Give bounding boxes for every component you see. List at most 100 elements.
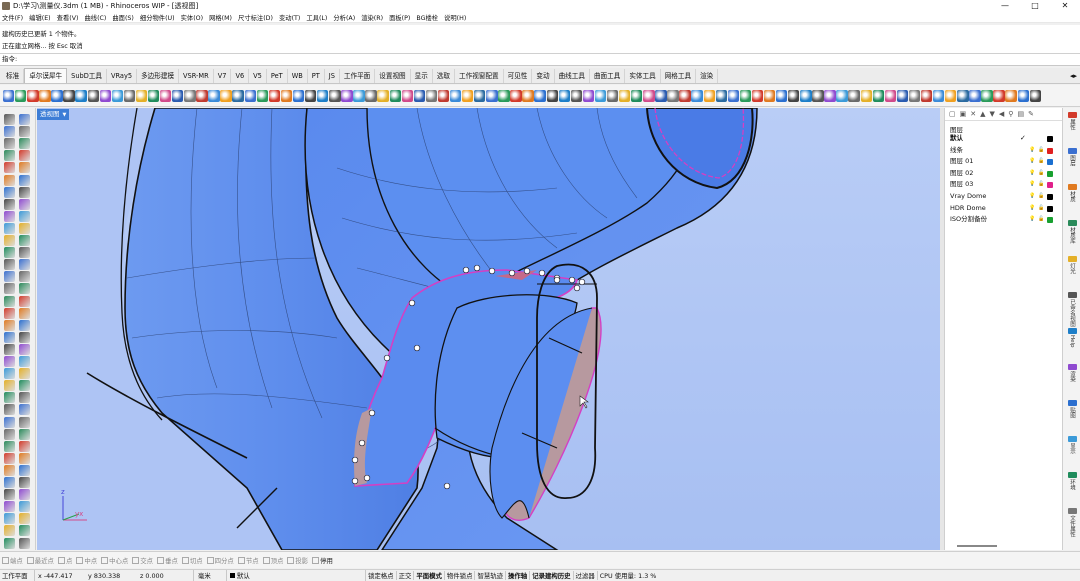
layer-lock-icon[interactable]: 🔓	[1038, 203, 1044, 215]
toolbar-tool-icon[interactable]	[474, 89, 486, 102]
menu-item[interactable]: 查看(V)	[57, 13, 79, 22]
menu-item[interactable]: BG楼栓	[416, 13, 438, 22]
palette-tool-icon[interactable]	[19, 428, 30, 440]
menu-item[interactable]: 实体(O)	[181, 13, 203, 22]
toolbar-tool-icon[interactable]	[739, 89, 752, 102]
palette-tool-icon[interactable]	[19, 186, 30, 198]
menu-item[interactable]: 细分物件(U)	[140, 13, 175, 22]
osnap-toggle[interactable]: 停用	[312, 556, 333, 565]
menu-item[interactable]: 说明(H)	[444, 13, 466, 22]
toolbar-tool-icon[interactable]	[256, 89, 269, 102]
wrench-icon[interactable]: ✎	[1028, 110, 1034, 118]
toolbar-tool-icon[interactable]	[920, 89, 933, 102]
toolbar-tool-icon[interactable]	[655, 89, 667, 102]
side-tab[interactable]: 图层	[1065, 148, 1079, 166]
palette-tool-icon[interactable]	[19, 392, 30, 404]
menu-item[interactable]: 文件(F)	[2, 13, 23, 22]
status-units[interactable]: 毫米	[194, 571, 226, 580]
layer-visibility-icon[interactable]: 💡	[1029, 145, 1035, 157]
toolbar-tool-icon[interactable]	[606, 89, 619, 102]
palette-tool-icon[interactable]	[19, 380, 30, 392]
toolbar-tab[interactable]: 设置视图	[375, 69, 411, 83]
layer-color-swatch[interactable]	[1047, 147, 1053, 154]
osnap-toggle[interactable]: 端点	[2, 556, 23, 565]
control-point[interactable]	[358, 439, 366, 447]
toolbar-tool-icon[interactable]	[727, 89, 740, 102]
toolbar-tool-icon[interactable]	[812, 89, 824, 102]
side-tab[interactable]: 已命名视图	[1065, 292, 1079, 327]
status-toggle-button[interactable]: 记录建构历史	[530, 571, 574, 580]
toolbar-tool-icon[interactable]	[51, 89, 63, 102]
toolbar-tool-icon[interactable]	[860, 89, 872, 102]
palette-tool-icon[interactable]	[4, 440, 15, 452]
toolbar-tool-icon[interactable]	[691, 89, 703, 102]
toolbar-tool-icon[interactable]	[933, 89, 945, 102]
layer-visibility-icon[interactable]: 💡	[1029, 156, 1035, 168]
layer-visibility-icon[interactable]: 💡	[1029, 179, 1035, 191]
toolbar-tab[interactable]: VRay5	[107, 69, 138, 83]
toolbar-tool-icon[interactable]	[123, 89, 136, 102]
toolbar-tool-icon[interactable]	[87, 89, 99, 102]
palette-tool-icon[interactable]	[4, 537, 15, 549]
palette-tool-icon[interactable]	[4, 235, 15, 246]
side-tab[interactable]: 属性	[1065, 112, 1079, 130]
toolbar-tab[interactable]: VSR-MR	[179, 69, 214, 83]
status-toggle-button[interactable]: 锁定格点	[366, 571, 397, 580]
toolbar-tool-icon[interactable]	[510, 89, 522, 102]
menu-item[interactable]: 渲染(R)	[361, 13, 383, 22]
menu-item[interactable]: 曲面(S)	[112, 13, 134, 22]
toolbar-tab[interactable]: 卓尔谟犀牛	[24, 68, 68, 83]
palette-tool-icon[interactable]	[4, 259, 15, 271]
osnap-toggle[interactable]: 四分点	[207, 556, 234, 565]
toolbar-tool-icon[interactable]	[341, 89, 353, 102]
toolbar-tool-icon[interactable]	[268, 89, 281, 102]
toolbar-tool-icon[interactable]	[594, 89, 607, 102]
palette-tool-icon[interactable]	[19, 368, 30, 380]
palette-tool-icon[interactable]	[4, 319, 15, 331]
toolbar-tool-icon[interactable]	[461, 89, 474, 102]
status-toggle-button[interactable]: 物件锁点	[445, 571, 476, 580]
palette-tool-icon[interactable]	[4, 331, 15, 343]
toolbar-tool-icon[interactable]	[945, 89, 957, 102]
toolbar-tool-icon[interactable]	[111, 89, 124, 102]
toolbar-tool-icon[interactable]	[39, 89, 51, 102]
control-point[interactable]	[368, 409, 376, 417]
layer-lock-icon[interactable]: 🔓	[1038, 214, 1044, 226]
palette-tool-icon[interactable]	[4, 210, 15, 222]
toolbar-tool-icon[interactable]	[329, 89, 341, 102]
toolbar-tab[interactable]: 变动	[532, 69, 555, 83]
palette-tool-icon[interactable]	[19, 404, 30, 416]
palette-tool-icon[interactable]	[19, 452, 30, 464]
status-cplane[interactable]: 工作平面	[0, 571, 34, 580]
control-point[interactable]	[473, 264, 481, 272]
palette-tool-icon[interactable]	[19, 162, 30, 174]
layer-lock-icon[interactable]: 🔓	[1038, 168, 1044, 180]
toolbar-tool-icon[interactable]	[896, 89, 909, 102]
move-down-icon[interactable]: ▼	[990, 110, 995, 118]
toolbar-tool-icon[interactable]	[763, 89, 776, 102]
palette-tool-icon[interactable]	[19, 222, 30, 234]
toolbar-tool-icon[interactable]	[389, 89, 401, 102]
toolbar-tab[interactable]: 多边形建模	[137, 69, 180, 83]
control-point[interactable]	[351, 456, 359, 464]
toolbar-tool-icon[interactable]	[776, 89, 788, 102]
osnap-toggle[interactable]: 顶点	[263, 556, 284, 565]
palette-tool-icon[interactable]	[4, 126, 15, 138]
side-tab[interactable]: 环境	[1065, 472, 1079, 490]
palette-tool-icon[interactable]	[19, 416, 30, 428]
palette-tool-icon[interactable]	[19, 307, 30, 319]
toolbar-tool-icon[interactable]	[836, 89, 848, 102]
layer-color-swatch[interactable]	[1047, 159, 1053, 166]
control-point[interactable]	[408, 299, 416, 307]
menu-item[interactable]: 曲线(C)	[84, 13, 106, 22]
menu-item[interactable]: 面板(P)	[389, 13, 410, 22]
toolbar-tool-icon[interactable]	[147, 89, 160, 102]
layer-lock-icon[interactable]: 🔓	[1038, 179, 1044, 191]
palette-tool-icon[interactable]	[4, 198, 15, 210]
toolbar-tool-icon[interactable]	[401, 89, 413, 102]
toolbar-tool-icon[interactable]	[425, 89, 438, 102]
palette-tool-icon[interactable]	[4, 186, 15, 198]
palette-tool-icon[interactable]	[4, 114, 15, 125]
viewport-label[interactable]: 透视图 ▼	[37, 109, 70, 120]
palette-tool-icon[interactable]	[4, 307, 15, 319]
